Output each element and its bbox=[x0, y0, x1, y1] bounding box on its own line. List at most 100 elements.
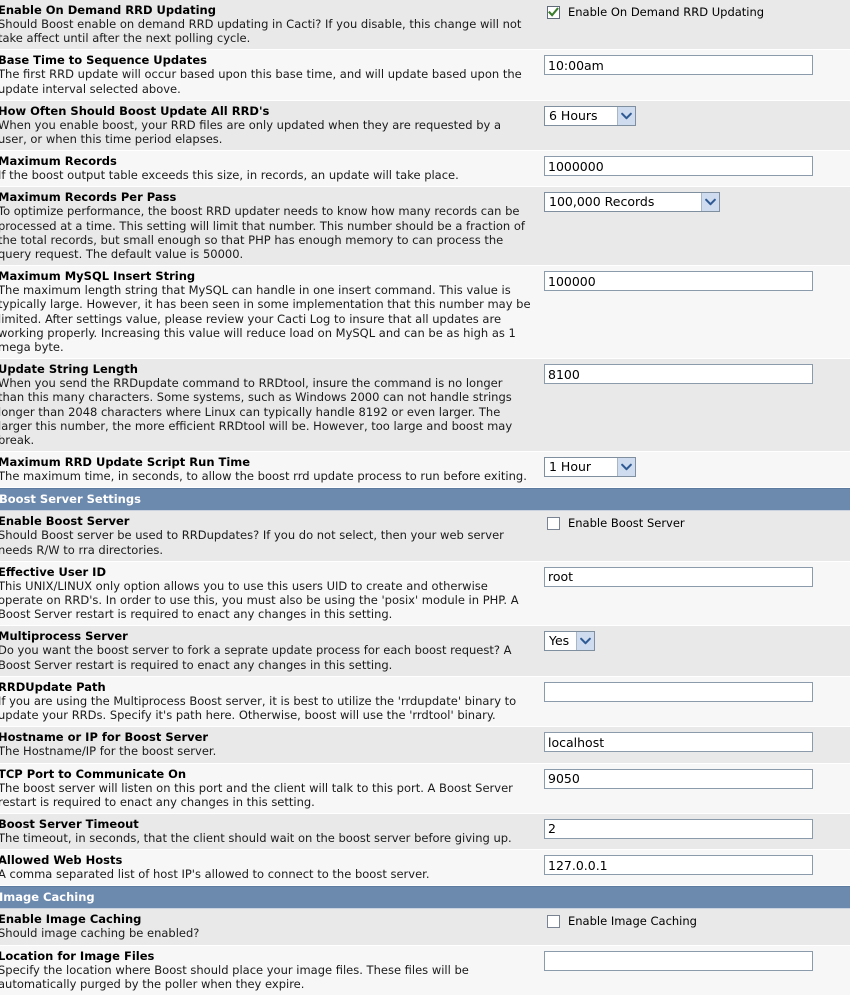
setting-description-cell: Maximum RRD Update Script Run Time The m… bbox=[0, 452, 538, 487]
maximum-mysql-insert-string-input[interactable] bbox=[544, 271, 813, 292]
setting-control-cell bbox=[538, 764, 850, 793]
setting-title: Hostname or IP for Boost Server bbox=[0, 730, 209, 745]
base-time-input[interactable] bbox=[544, 55, 813, 76]
setting-row-maximum-rrd-update-script-run-time: Maximum RRD Update Script Run Time The m… bbox=[0, 452, 850, 489]
section-header-image-caching: Image Caching bbox=[0, 886, 850, 910]
setting-title: Enable Image Caching bbox=[0, 912, 142, 927]
setting-description-cell: Allowed Web Hosts A comma separated list… bbox=[0, 850, 538, 885]
chevron-down-icon[interactable] bbox=[576, 632, 594, 651]
setting-row-boost-server-timeout: Boost Server Timeout The timeout, in sec… bbox=[0, 813, 850, 851]
setting-description: When you send the RRDupdate command to R… bbox=[0, 376, 513, 448]
select-value: 1 Hour bbox=[549, 459, 592, 475]
setting-description: Do you want the boost server to fork a s… bbox=[0, 643, 512, 672]
boost-settings-form: Enable On Demand RRD Updating Should Boo… bbox=[0, 0, 850, 996]
setting-row-location-for-image-files: Location for Image Files Specify the loc… bbox=[0, 945, 850, 996]
maximum-records-per-pass-select[interactable]: 100,000 Records bbox=[544, 192, 720, 213]
setting-title: Boost Server Timeout bbox=[0, 816, 139, 831]
setting-description-cell: TCP Port to Communicate On The boost ser… bbox=[0, 764, 538, 813]
setting-control-cell bbox=[538, 50, 850, 79]
checkbox-label: Enable Image Caching bbox=[568, 914, 697, 929]
section-header-boost-server-settings: Boost Server Settings bbox=[0, 488, 850, 512]
checkbox-icon[interactable] bbox=[547, 5, 560, 19]
setting-title: Maximum Records bbox=[0, 154, 117, 169]
setting-description: The first RRD update will occur based up… bbox=[0, 67, 522, 96]
setting-description: If you are using the Multiprocess Boost … bbox=[0, 693, 517, 723]
checkbox-label: Enable Boost Server bbox=[568, 516, 685, 531]
setting-description: If the boost output table exceeds this s… bbox=[0, 168, 459, 183]
setting-control-cell bbox=[538, 727, 850, 756]
setting-description-cell: Enable Image Caching Should image cachin… bbox=[0, 909, 538, 944]
boost-update-interval-select[interactable]: 6 Hours bbox=[544, 105, 636, 126]
enable-boost-server-checkbox-wrap[interactable]: Enable Boost Server bbox=[547, 516, 685, 530]
setting-control-cell bbox=[538, 562, 850, 591]
allowed-web-hosts-input[interactable] bbox=[544, 855, 813, 876]
setting-description-cell: Effective User ID This UNIX/LINUX only o… bbox=[0, 562, 538, 626]
setting-control-cell: 1 Hour bbox=[538, 452, 850, 481]
setting-row-boost-update-interval: How Often Should Boost Update All RRD's … bbox=[0, 100, 850, 152]
setting-title: How Often Should Boost Update All RRD's bbox=[0, 103, 270, 118]
multiprocess-server-select[interactable]: Yes bbox=[544, 631, 595, 652]
setting-row-allowed-web-hosts: Allowed Web Hosts A comma separated list… bbox=[0, 850, 850, 887]
rrdupdate-path-input[interactable] bbox=[544, 681, 813, 702]
setting-control-cell: Enable Image Caching bbox=[538, 909, 850, 932]
setting-title: RRDUpdate Path bbox=[0, 679, 106, 694]
setting-row-enable-boost-server: Enable Boost Server Should Boost server … bbox=[0, 511, 850, 562]
setting-description-cell: Update String Length When you send the R… bbox=[0, 359, 538, 451]
checkbox-label: Enable On Demand RRD Updating bbox=[568, 5, 765, 19]
setting-control-cell bbox=[538, 151, 850, 180]
chevron-down-icon[interactable] bbox=[617, 106, 635, 125]
enable-image-caching-checkbox-wrap[interactable]: Enable Image Caching bbox=[547, 914, 697, 928]
setting-title: Multiprocess Server bbox=[0, 629, 128, 644]
update-string-length-input[interactable] bbox=[544, 364, 813, 385]
hostname-or-ip-input[interactable] bbox=[544, 732, 813, 753]
setting-title: Effective User ID bbox=[0, 564, 107, 579]
effective-user-id-input[interactable] bbox=[544, 566, 813, 587]
setting-description: This UNIX/LINUX only option allows you t… bbox=[0, 578, 519, 622]
setting-row-enable-image-caching: Enable Image Caching Should image cachin… bbox=[0, 909, 850, 946]
setting-title: Enable On Demand RRD Updating bbox=[0, 3, 216, 17]
setting-row-effective-user-id: Effective User ID This UNIX/LINUX only o… bbox=[0, 561, 850, 627]
setting-description: Should image caching be enabled? bbox=[0, 926, 200, 941]
chevron-down-icon[interactable] bbox=[617, 458, 635, 477]
setting-control-cell: 6 Hours bbox=[538, 101, 850, 130]
setting-description-cell: Multiprocess Server Do you want the boos… bbox=[0, 626, 538, 675]
setting-description: Should Boost enable on demand RRD updati… bbox=[0, 17, 522, 46]
section-header-label: Image Caching bbox=[0, 890, 95, 905]
boost-server-timeout-input[interactable] bbox=[544, 818, 813, 839]
setting-row-rrdupdate-path: RRDUpdate Path If you are using the Mult… bbox=[0, 676, 850, 728]
setting-description: The Hostname/IP for the boost server. bbox=[0, 744, 217, 759]
maximum-records-input[interactable] bbox=[544, 156, 813, 177]
select-value: 100,000 Records bbox=[549, 194, 655, 210]
setting-description: To optimize performance, the boost RRD u… bbox=[0, 204, 525, 262]
checkbox-icon[interactable] bbox=[547, 516, 560, 530]
setting-description-cell: Boost Server Timeout The timeout, in sec… bbox=[0, 814, 538, 849]
setting-control-cell bbox=[538, 266, 850, 295]
setting-title: Maximum MySQL Insert String bbox=[0, 269, 196, 284]
setting-description-cell: RRDUpdate Path If you are using the Mult… bbox=[0, 677, 538, 726]
setting-control-cell bbox=[538, 814, 850, 843]
setting-row-maximum-records: Maximum Records If the boost output tabl… bbox=[0, 151, 850, 188]
setting-description-cell: Enable Boost Server Should Boost server … bbox=[0, 511, 538, 560]
checkbox-icon[interactable] bbox=[547, 914, 560, 928]
setting-description: When you enable boost, your RRD files ar… bbox=[0, 117, 502, 147]
tcp-port-input[interactable] bbox=[544, 768, 813, 789]
setting-description-cell: Enable On Demand RRD Updating Should Boo… bbox=[0, 0, 538, 49]
setting-control-cell: Enable Boost Server bbox=[538, 511, 850, 534]
setting-title: Base Time to Sequence Updates bbox=[0, 53, 207, 68]
select-value: Yes bbox=[549, 633, 570, 649]
setting-title: Maximum Records Per Pass bbox=[0, 190, 177, 205]
setting-control-cell: 100,000 Records bbox=[538, 187, 850, 216]
setting-description: The maximum time, in seconds, to allow t… bbox=[0, 469, 527, 484]
setting-control-cell bbox=[538, 359, 850, 388]
setting-description-cell: Maximum MySQL Insert String The maximum … bbox=[0, 266, 538, 358]
setting-description: The maximum length string that MySQL can… bbox=[0, 283, 531, 355]
setting-description-cell: Base Time to Sequence Updates The first … bbox=[0, 50, 538, 99]
setting-description: A comma separated list of host IP's allo… bbox=[0, 867, 430, 882]
location-for-image-files-input[interactable] bbox=[544, 950, 813, 971]
setting-row-tcp-port-to-communicate-on: TCP Port to Communicate On The boost ser… bbox=[0, 763, 850, 814]
setting-description: Specify the location where Boost should … bbox=[0, 962, 469, 991]
maximum-rrd-update-script-run-time-select[interactable]: 1 Hour bbox=[544, 457, 636, 478]
setting-title: Enable Boost Server bbox=[0, 514, 130, 529]
chevron-down-icon[interactable] bbox=[701, 193, 719, 212]
enable-on-demand-rrd-updating-checkbox-wrap[interactable]: Enable On Demand RRD Updating bbox=[547, 5, 764, 19]
